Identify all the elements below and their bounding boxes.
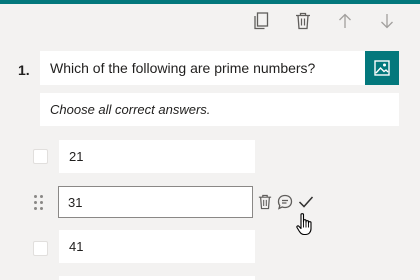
hand-pointer-icon: [296, 213, 312, 236]
comment-option-button[interactable]: [276, 193, 294, 211]
check-icon: [298, 196, 314, 208]
top-accent-bar: [0, 0, 420, 4]
move-up-button[interactable]: [335, 11, 355, 31]
option-input[interactable]: [59, 276, 255, 280]
question-title-text: Which of the following are prime numbers…: [50, 60, 316, 76]
delete-option-button[interactable]: [256, 193, 274, 211]
option-input[interactable]: 41: [59, 230, 255, 263]
insert-image-button[interactable]: [365, 51, 399, 85]
delete-icon: [296, 12, 310, 30]
drag-handle-icon[interactable]: [34, 195, 44, 211]
option-text: 21: [69, 149, 84, 164]
question-number: 1.: [18, 62, 30, 78]
copy-question-button[interactable]: [251, 11, 271, 31]
move-down-button[interactable]: [377, 11, 397, 31]
comment-icon: [277, 194, 293, 210]
mark-correct-button[interactable]: [297, 193, 315, 211]
question-subtitle-text: Choose all correct answers.: [50, 102, 211, 117]
copy-icon: [254, 12, 269, 30]
delete-icon: [258, 194, 272, 210]
image-icon: [374, 60, 390, 76]
option-text: 31: [68, 194, 83, 210]
option-input[interactable]: 21: [59, 140, 255, 173]
option-input[interactable]: 31: [58, 186, 253, 218]
delete-question-button[interactable]: [293, 11, 313, 31]
option-checkbox[interactable]: [33, 149, 48, 164]
option-checkbox[interactable]: [33, 241, 48, 256]
option-text: 41: [69, 239, 84, 254]
question-subtitle-input[interactable]: Choose all correct answers.: [40, 93, 399, 126]
move-up-icon: [339, 13, 351, 28]
question-title-input[interactable]: Which of the following are prime numbers…: [40, 51, 365, 85]
move-down-icon: [381, 14, 393, 29]
